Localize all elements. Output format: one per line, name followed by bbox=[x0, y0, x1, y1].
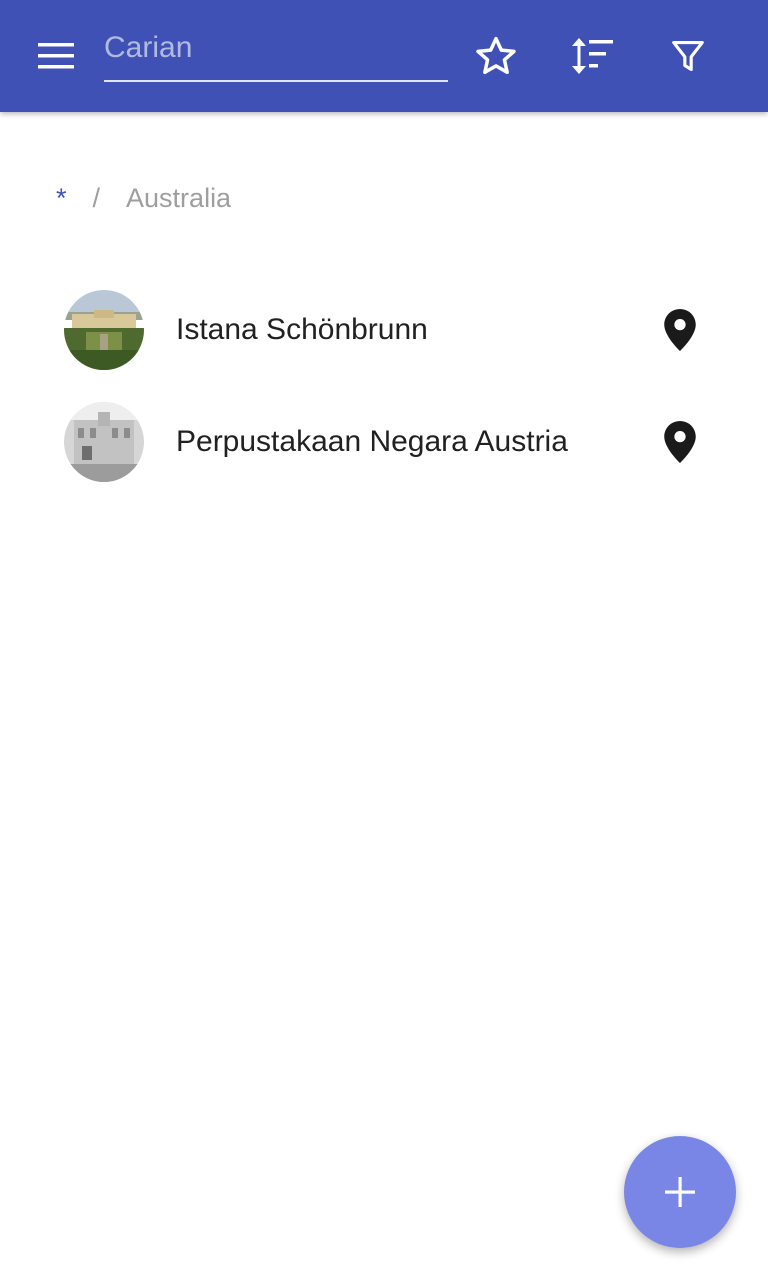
search-field bbox=[104, 20, 448, 82]
item-title: Istana Schönbrunn bbox=[176, 313, 428, 346]
breadcrumb-current: Australia bbox=[126, 182, 232, 213]
list-item[interactable]: Istana Schönbrunn bbox=[0, 274, 768, 386]
map-pin-icon bbox=[664, 309, 696, 351]
library-photo bbox=[64, 402, 144, 482]
breadcrumb-root-link[interactable]: * bbox=[56, 183, 67, 214]
search-input[interactable] bbox=[104, 26, 448, 70]
map-pin-icon bbox=[664, 421, 696, 463]
filter-button[interactable] bbox=[660, 28, 716, 84]
place-list: Istana Schönbrunn Perpustakaan Negara Au… bbox=[0, 274, 768, 498]
hamburger-menu-icon bbox=[38, 43, 74, 69]
app-bar bbox=[0, 0, 768, 112]
breadcrumb: * / Australia bbox=[56, 176, 231, 220]
breadcrumb-separator: / bbox=[92, 182, 101, 213]
add-button[interactable] bbox=[624, 1136, 736, 1248]
item-title: Perpustakaan Negara Austria bbox=[176, 425, 568, 458]
sort-button[interactable] bbox=[564, 28, 620, 84]
favorites-button[interactable] bbox=[468, 28, 524, 84]
list-item[interactable]: Perpustakaan Negara Austria bbox=[0, 386, 768, 498]
plus-icon bbox=[665, 1177, 695, 1207]
filter-icon bbox=[672, 40, 704, 72]
avatar bbox=[64, 402, 144, 482]
menu-button[interactable] bbox=[28, 28, 84, 84]
show-on-map-button[interactable] bbox=[652, 414, 708, 470]
avatar bbox=[64, 290, 144, 370]
palace-photo bbox=[64, 290, 144, 370]
sort-icon bbox=[572, 38, 613, 74]
star-outline-icon bbox=[476, 36, 516, 75]
show-on-map-button[interactable] bbox=[652, 302, 708, 358]
